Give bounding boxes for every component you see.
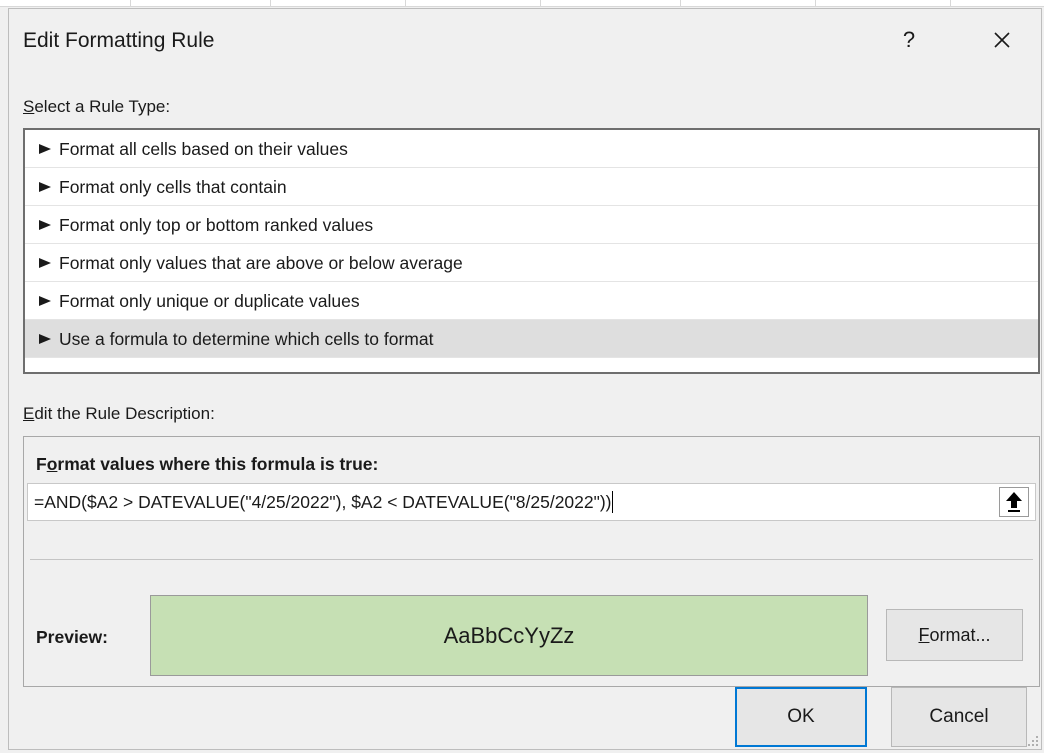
resize-grip-icon[interactable]: [1027, 735, 1039, 747]
rule-description-panel: Format values where this formula is true…: [23, 436, 1040, 687]
rule-type-item-cells-that-contain[interactable]: Format only cells that contain: [25, 168, 1038, 206]
formula-text: =AND($A2 > DATEVALUE("4/25/2022"), $A2 <…: [34, 492, 612, 512]
rule-type-label-text: elect a Rule Type:: [34, 97, 171, 116]
ok-button[interactable]: OK: [735, 687, 867, 747]
triangle-right-icon: [39, 296, 51, 306]
formula-heading: Format values where this formula is true…: [36, 454, 378, 475]
rule-type-item-label: Format only values that are above or bel…: [59, 253, 463, 273]
triangle-right-icon: [39, 334, 51, 344]
format-button[interactable]: Format...: [886, 609, 1023, 661]
formula-heading-part: F: [36, 454, 47, 474]
rule-type-item-all-cells[interactable]: Format all cells based on their values: [25, 130, 1038, 168]
help-button[interactable]: ?: [889, 23, 929, 57]
rule-type-item-label: Format all cells based on their values: [59, 139, 348, 159]
divider: [30, 559, 1033, 560]
triangle-right-icon: [39, 220, 51, 230]
rule-type-item-label: Format only unique or duplicate values: [59, 291, 360, 311]
rule-description-access-key: E: [23, 404, 35, 423]
format-button-label: ormat...: [929, 625, 991, 645]
close-button[interactable]: [982, 23, 1022, 57]
preview-label: Preview:: [36, 627, 108, 647]
formula-heading-access-key: o: [46, 454, 58, 474]
formula-input[interactable]: =AND($A2 > DATEVALUE("4/25/2022"), $A2 <…: [27, 483, 1036, 521]
rule-type-item-label: Format only top or bottom ranked values: [59, 215, 374, 235]
collapse-dialog-button[interactable]: [999, 487, 1029, 517]
formula-heading-text: rmat values where this formula is true:: [57, 454, 379, 474]
rule-description-label-text: dit the Rule Description:: [34, 404, 215, 423]
format-access-key: F: [918, 625, 930, 645]
rule-type-item-label: Format only cells that contain: [59, 177, 287, 197]
dialog-title: Edit Formatting Rule: [23, 29, 215, 52]
triangle-right-icon: [39, 182, 51, 192]
triangle-right-icon: [39, 258, 51, 268]
rule-description-label: Edit the Rule Description:: [23, 404, 215, 424]
triangle-right-icon: [39, 144, 51, 154]
up-arrow-icon: [1006, 492, 1022, 512]
edit-formatting-rule-dialog: Edit Formatting Rule ? Select a Rule Typ…: [8, 8, 1042, 750]
close-icon: [994, 32, 1010, 48]
rule-type-item-unique-duplicate[interactable]: Format only unique or duplicate values: [25, 282, 1038, 320]
text-cursor: [611, 491, 613, 513]
rule-type-access-key: S: [23, 97, 35, 116]
rule-type-label: Select a Rule Type:: [23, 97, 170, 117]
rule-type-item-use-formula[interactable]: Use a formula to determine which cells t…: [25, 320, 1038, 358]
preview-sample: AaBbCcYyZz: [150, 595, 868, 676]
cancel-button[interactable]: Cancel: [891, 687, 1027, 747]
rule-type-item-above-below-average[interactable]: Format only values that are above or bel…: [25, 244, 1038, 282]
rule-type-item-top-bottom[interactable]: Format only top or bottom ranked values: [25, 206, 1038, 244]
worksheet-grid-edge: [0, 0, 1044, 7]
rule-type-item-label: Use a formula to determine which cells t…: [59, 329, 434, 349]
rule-type-list[interactable]: Format all cells based on their values F…: [23, 128, 1040, 374]
